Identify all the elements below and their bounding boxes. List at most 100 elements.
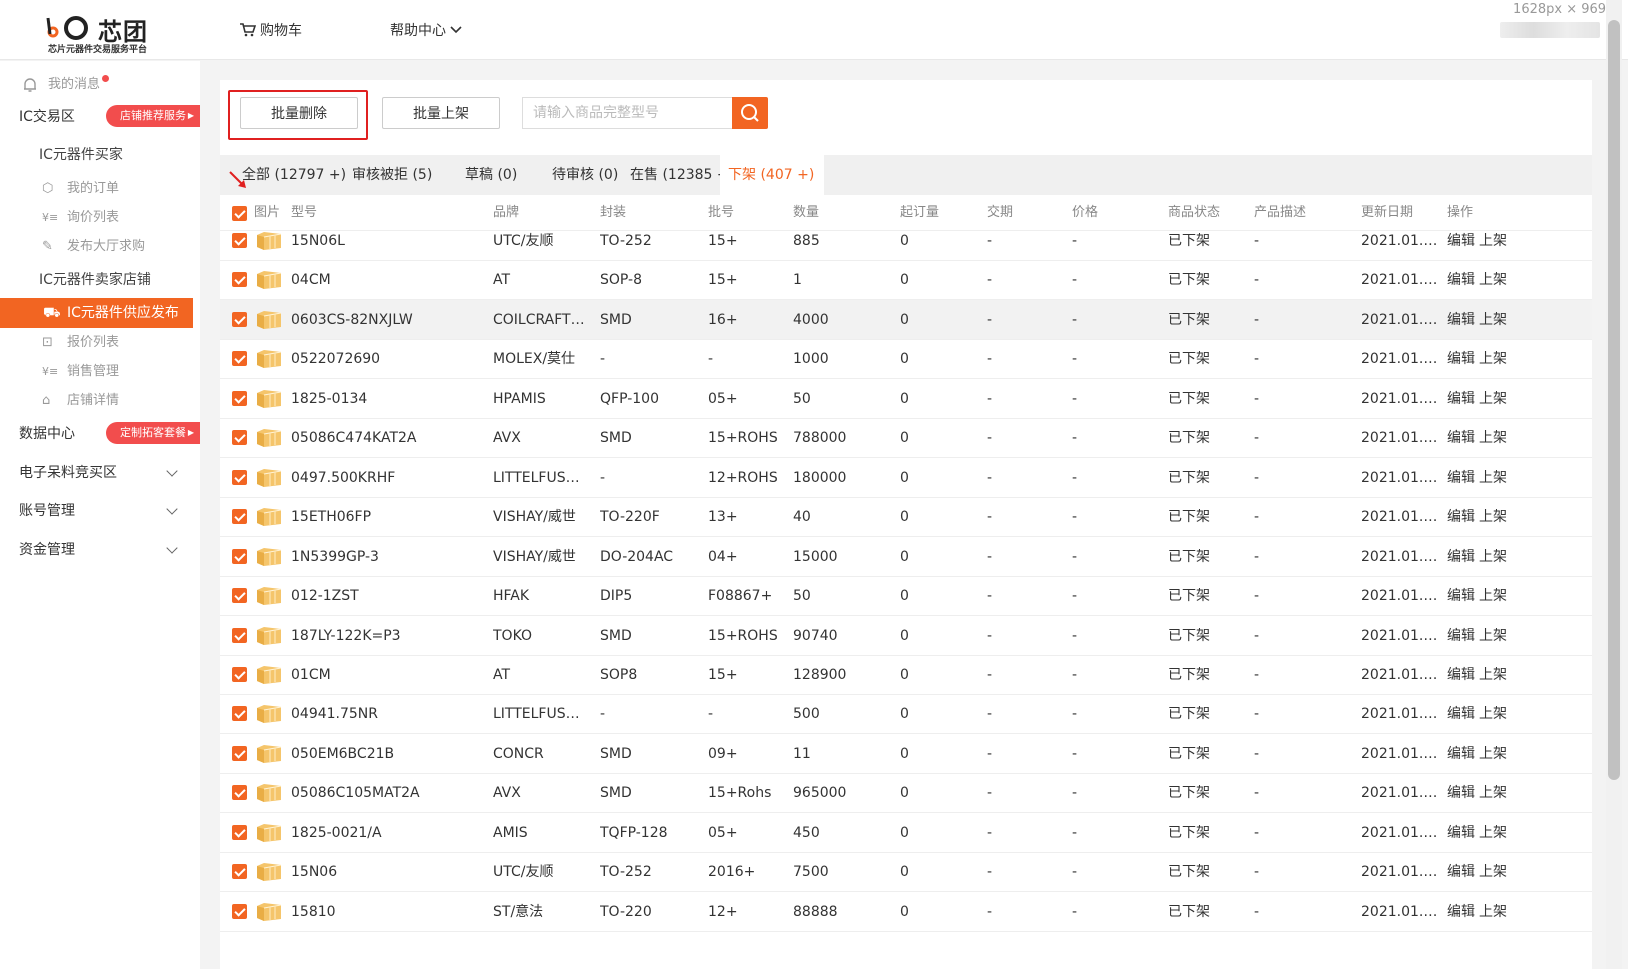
sidebar-item-shop-detail[interactable]: ⌂ 店铺详情 [0,389,200,413]
row-checkbox[interactable] [232,666,247,682]
row-checkbox[interactable] [232,351,247,367]
cart-link[interactable]: 购物车 [240,20,302,40]
batch-delete-button[interactable]: 批量删除 [240,97,358,129]
row-checkbox[interactable] [232,864,247,880]
list-on-shelf-link[interactable]: 上架 [1479,734,1507,774]
row-checkbox[interactable] [232,390,247,406]
table-row[interactable]: 15N06 UTC/友顺 TO-252 2016+ 7500 0 - - 已下架 - 2021.01… [220,852,1592,893]
row-checkbox[interactable] [232,272,247,288]
edit-link[interactable]: 编辑 [1447,576,1475,616]
table-row[interactable]: 15ETH06FP VISHAY/威世 TO-220F 13+ 40 0 - - 已下架 - 202… [220,497,1592,538]
tab-pending[interactable]: 待审核 (0) [552,155,618,195]
edit-link[interactable]: 编辑 [1447,339,1475,379]
search-input[interactable]: 请输入商品完整型号 [522,97,732,129]
row-checkbox[interactable] [232,430,247,446]
row-checkbox[interactable] [232,509,247,525]
list-on-shelf-link[interactable]: 上架 [1479,852,1507,892]
list-on-shelf-link[interactable]: 上架 [1479,892,1507,932]
sidebar-item-messages[interactable]: 我的消息 [0,73,200,97]
user-info-blurred[interactable] [1500,22,1600,38]
table-row[interactable]: 050EM6BC21B CONCR SMD 09+ 11 0 - - 已下架 - 2021.01.2… [220,734,1592,774]
list-on-shelf-link[interactable]: 上架 [1479,497,1507,537]
row-checkbox[interactable] [232,588,247,604]
sidebar-item-sales-mgmt[interactable]: ¥≡ 销售管理 [0,360,200,384]
list-on-shelf-link[interactable]: 上架 [1479,773,1507,813]
edit-link[interactable]: 编辑 [1447,379,1475,419]
scrollbar-thumb[interactable] [1608,20,1620,780]
tab-all[interactable]: 全部 (12797 +) [242,155,346,195]
row-checkbox[interactable] [232,233,247,248]
row-checkbox[interactable] [232,903,247,919]
row-checkbox[interactable] [232,745,247,761]
edit-link[interactable]: 编辑 [1447,852,1475,892]
edit-link[interactable]: 编辑 [1447,694,1475,734]
edit-link[interactable]: 编辑 [1447,616,1475,656]
edit-link[interactable]: 编辑 [1447,734,1475,774]
table-row[interactable]: 1N5399GP-3 VISHAY/威世 DO-204AC 04+ 15000 0 - - 已下… [220,537,1592,577]
batch-list-button[interactable]: 批量上架 [382,97,500,129]
search-button[interactable] [732,97,768,129]
table-row[interactable]: 04941.75NR LITTELFUSE/... - -500 0- - 已下架 -2021… [220,694,1592,735]
sidebar-item-account-mgmt[interactable]: 账号管理 [0,499,200,523]
edit-link[interactable]: 编辑 [1447,773,1475,813]
sidebar-item-supply-publish[interactable]: ⛟ IC元器件供应发布 [0,298,193,328]
shop-promo-badge[interactable]: 店铺推荐服务 ▶ [106,105,200,127]
table-row[interactable]: 187LY-122K=P3 TOKO SMD 15+ROHS 90740 0 - - 已下架 - 2… [220,616,1592,656]
row-checkbox[interactable] [232,706,247,722]
list-on-shelf-link[interactable]: 上架 [1479,576,1507,616]
tab-on-sale[interactable]: 在售 (12385 +) [630,155,734,195]
row-checkbox[interactable] [232,469,247,485]
edit-link[interactable]: 编辑 [1447,497,1475,537]
table-row[interactable]: 05086C474KAT2A AVX SMD 15+ROHS 788000 0 - - 已下架 -… [220,418,1592,459]
list-on-shelf-link[interactable]: 上架 [1479,458,1507,498]
tab-off-shelf[interactable]: 下架 (407 +) [720,155,825,195]
table-row[interactable]: 04CM AT SOP-8 15+ 1 0 - - 已下架 - 2021.01.27 编辑 上架 [220,260,1592,301]
site-logo[interactable]: 芯团 芯片元器件交易服务平台 [46,12,156,56]
tab-draft[interactable]: 草稿 (0) [465,155,517,195]
table-row[interactable]: 05086C105MAT2A AVX SMD 15+Rohs 965000 0 - - 已下架 -… [220,773,1592,814]
tab-rejected[interactable]: 审核被拒 (5) [352,155,432,195]
sidebar-item-inquiry-list[interactable]: ¥≡ 询价列表 [0,206,200,230]
row-checkbox[interactable] [232,824,247,840]
sidebar-item-my-orders[interactable]: ⬡ 我的订单 [0,177,200,201]
list-on-shelf-link[interactable]: 上架 [1479,418,1507,458]
list-on-shelf-link[interactable]: 上架 [1479,260,1507,300]
table-row[interactable]: 1825-0021/A AMIS TQFP-128 05+ 450 0 - - 已下架 - 2021… [220,813,1592,853]
list-on-shelf-link[interactable]: 上架 [1479,221,1507,261]
row-checkbox[interactable] [232,311,247,327]
list-on-shelf-link[interactable]: 上架 [1479,813,1507,853]
select-all-checkbox[interactable] [232,206,247,221]
row-checkbox[interactable] [232,627,247,643]
table-row[interactable]: 0603CS-82NXJLW COILCRAFT/... SMD 16+ 4000 0 - -… [220,299,1592,340]
table-row[interactable]: 012-1ZST HFAK DIP5 F08867+ 50 0 - - 已下架 - 2021.01.… [220,576,1592,617]
sidebar-item-publish-request[interactable]: ✎ 发布大厅求购 [0,235,200,259]
list-on-shelf-link[interactable]: 上架 [1479,655,1507,695]
sidebar-item-fund-mgmt[interactable]: 资金管理 [0,538,200,562]
edit-link[interactable]: 编辑 [1447,221,1475,261]
help-center-menu[interactable]: 帮助中心 [390,20,462,40]
sidebar-item-electronics-bidding[interactable]: 电子呆料竞买区 [0,461,200,485]
edit-link[interactable]: 编辑 [1447,418,1475,458]
row-checkbox[interactable] [232,785,247,801]
sidebar-item-quote-list[interactable]: ⊡ 报价列表 [0,331,200,355]
edit-link[interactable]: 编辑 [1447,458,1475,498]
list-on-shelf-link[interactable]: 上架 [1479,616,1507,656]
list-on-shelf-link[interactable]: 上架 [1479,537,1507,577]
edit-link[interactable]: 编辑 [1447,892,1475,932]
edit-link[interactable]: 编辑 [1447,655,1475,695]
edit-link[interactable]: 编辑 [1447,260,1475,300]
list-on-shelf-link[interactable]: 上架 [1479,694,1507,734]
list-on-shelf-link[interactable]: 上架 [1479,300,1507,340]
edit-link[interactable]: 编辑 [1447,537,1475,577]
list-on-shelf-link[interactable]: 上架 [1479,379,1507,419]
table-row[interactable]: 1825-0134 HPAMIS QFP-100 05+ 50 0 - - 已下架 - 2021.0… [220,379,1592,419]
table-row[interactable]: 15N06L UTC/友顺 TO-252 15+ 885 0 - - 已下架 - 2021.01.2… [220,221,1592,261]
table-row[interactable]: 0497.500KRHF LITTELFUSE/... -12+ROHS 180000… [220,458,1592,498]
edit-link[interactable]: 编辑 [1447,300,1475,340]
custom-package-badge[interactable]: 定制拓客套餐 ▶ [106,422,200,444]
list-on-shelf-link[interactable]: 上架 [1479,339,1507,379]
row-checkbox[interactable] [232,548,247,564]
table-row[interactable]: 15810 ST/意法 TO-220 12+ 88888 0 - - 已下架 - 2021.01.2… [220,892,1592,932]
table-row[interactable]: 01CM AT SOP8 15+ 128900 0 - - 已下架 - 2021.01.27 编辑 上架 [220,655,1592,695]
table-row[interactable]: 0522072690 MOLEX/莫仕 - - 1000 0 - - 已下架 - 2021.01.2… [220,339,1592,380]
